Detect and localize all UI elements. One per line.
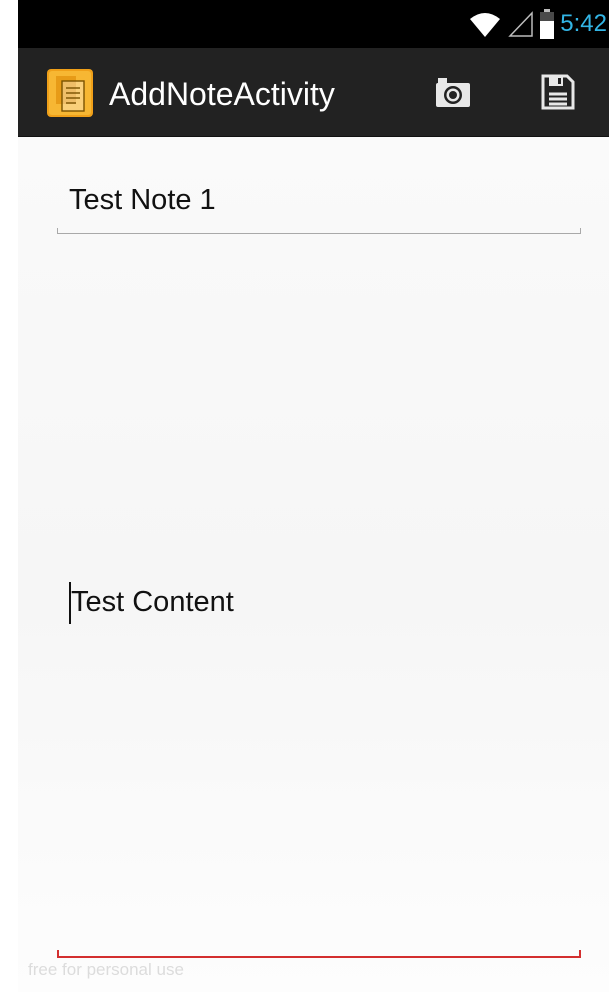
note-title-text: Test Note 1 [69,184,216,216]
note-content-field[interactable]: Test Content [57,246,581,958]
phone-frame: 5:42 AddNoteActivity Test Note 1 Test Co… [0,0,609,992]
left-edge [0,0,18,992]
note-content-text: Test Content [71,586,234,618]
camera-button[interactable] [418,64,488,120]
battery-icon [540,9,555,39]
status-bar: 5:42 [18,0,609,48]
save-icon [541,74,575,110]
note-content-underline [57,950,581,958]
status-icons: 5:42 [468,0,609,48]
save-button[interactable] [523,64,593,120]
note-title-underline [57,228,581,234]
wifi-icon [470,13,501,37]
notes-app-icon[interactable] [47,69,93,117]
camera-icon [436,78,470,107]
status-time: 5:42 [560,10,607,37]
action-bar-title: AddNoteActivity [109,76,335,112]
action-bar: AddNoteActivity [18,48,609,137]
app-screen: 5:42 AddNoteActivity Test Note 1 Test Co… [18,0,609,992]
note-title-field[interactable]: Test Note 1 [57,178,581,234]
watermark-text: free for personal use [28,960,184,979]
signal-icon [508,11,534,37]
